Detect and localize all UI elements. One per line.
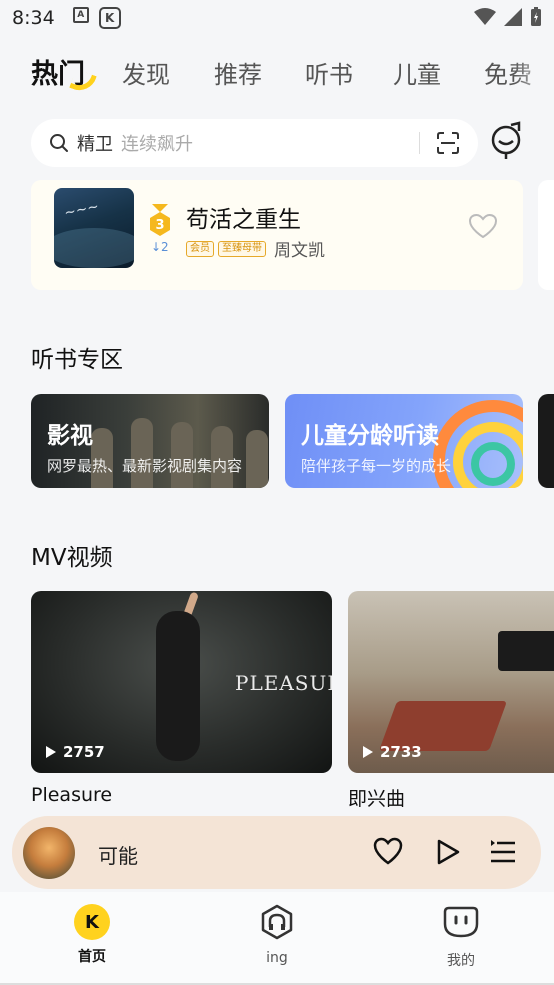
scan-icon[interactable] bbox=[436, 131, 460, 155]
search-keyword: 精卫 bbox=[77, 134, 113, 155]
mv-title[interactable]: Pleasure bbox=[31, 784, 112, 806]
search-bar[interactable]: 精卫 连续飙升 bbox=[31, 119, 478, 167]
signal-icon bbox=[504, 8, 522, 26]
heart-icon[interactable] bbox=[468, 213, 498, 239]
nav-profile[interactable]: 我的 bbox=[421, 904, 501, 970]
profile-face-icon bbox=[443, 906, 479, 938]
wifi-icon bbox=[474, 8, 496, 25]
card-subtitle: 陪伴孩子每一岁的成长 bbox=[301, 457, 452, 475]
song-cover[interactable]: ~~~ bbox=[54, 188, 134, 268]
nav-label: ing bbox=[266, 950, 288, 966]
search-divider bbox=[419, 132, 420, 154]
master-quality-badge: 至臻母带 bbox=[218, 240, 266, 257]
card-title: 儿童分龄听读 bbox=[301, 423, 439, 449]
status-bar: 8:34 A K bbox=[0, 0, 554, 36]
status-system-icons bbox=[474, 7, 542, 27]
nav-home[interactable]: K 首页 bbox=[52, 904, 132, 966]
search-hint: 连续飙升 bbox=[121, 134, 193, 155]
now-playing-cover[interactable] bbox=[23, 827, 75, 879]
home-k-icon: K bbox=[74, 904, 110, 940]
bottom-navigation: K 首页 ing 我的 bbox=[0, 892, 554, 985]
mv-thumbnail-impromptu[interactable]: 2733 bbox=[348, 591, 554, 773]
card-subtitle: 网罗最热、最新影视剧集内容 bbox=[47, 457, 243, 475]
tab-kids[interactable]: 儿童 bbox=[393, 55, 441, 90]
audiobook-section-title: 听书专区 bbox=[31, 347, 123, 373]
film-audiobook-card[interactable]: 影视 网罗最热、最新影视剧集内容 bbox=[31, 394, 269, 488]
app-k-notification-icon: K bbox=[98, 7, 121, 29]
rank-medal-icon: 3 bbox=[150, 204, 170, 236]
kids-audiobook-card[interactable]: 儿童分龄听读 陪伴孩子每一岁的成长 bbox=[285, 394, 523, 488]
nav-label: 我的 bbox=[447, 953, 475, 969]
play-icon[interactable] bbox=[435, 838, 461, 866]
audiobook-card-next[interactable] bbox=[538, 394, 554, 488]
nav-ing[interactable]: ing bbox=[237, 904, 317, 966]
mv-section-title: MV视频 bbox=[31, 545, 113, 571]
svg-text:3: 3 bbox=[155, 218, 164, 233]
mv-title-overlay: PLEASURE bbox=[235, 671, 332, 695]
song-title[interactable]: 苟活之重生 bbox=[186, 200, 301, 234]
mv-thumbnail-pleasure[interactable]: PLEASURE 2757 bbox=[31, 591, 332, 773]
card-title: 影视 bbox=[47, 423, 93, 449]
rank-list-card-next[interactable] bbox=[538, 180, 554, 290]
song-meta: 会员 至臻母带 周文凯 bbox=[186, 236, 325, 261]
rank-change: ↓2 bbox=[151, 240, 169, 254]
status-time: 8:34 bbox=[12, 7, 55, 29]
play-count: 2733 bbox=[362, 743, 422, 761]
play-icon bbox=[46, 746, 56, 758]
app-a-notification-icon: A bbox=[72, 7, 89, 23]
play-icon bbox=[363, 746, 373, 758]
cover-art-icon: ~~~ bbox=[62, 198, 101, 222]
playlist-icon[interactable] bbox=[489, 839, 517, 865]
song-artist[interactable]: 周文凯 bbox=[274, 236, 325, 261]
status-notification-icons: A K bbox=[72, 7, 121, 29]
play-count: 2757 bbox=[45, 743, 105, 761]
tab-discover[interactable]: 发现 bbox=[122, 55, 170, 90]
mini-player[interactable]: 可能 bbox=[12, 816, 541, 889]
nav-label: 首页 bbox=[78, 949, 106, 965]
headphones-icon bbox=[261, 904, 293, 940]
now-playing-title[interactable]: 可能 bbox=[98, 840, 138, 869]
tab-recommend[interactable]: 推荐 bbox=[214, 55, 262, 90]
voice-search-icon[interactable] bbox=[489, 121, 525, 161]
rank-list-card[interactable]: ~~~ 3 ↓2 苟活之重生 会员 至臻母带 周文凯 bbox=[31, 180, 523, 290]
battery-icon bbox=[531, 7, 541, 26]
search-icon bbox=[50, 134, 68, 152]
mv-title[interactable]: 即兴曲 bbox=[348, 784, 405, 811]
tabs-fade-overlay bbox=[514, 50, 554, 96]
tab-audiobook[interactable]: 听书 bbox=[305, 55, 353, 90]
heart-icon[interactable] bbox=[373, 837, 403, 865]
vip-badge: 会员 bbox=[186, 240, 214, 257]
